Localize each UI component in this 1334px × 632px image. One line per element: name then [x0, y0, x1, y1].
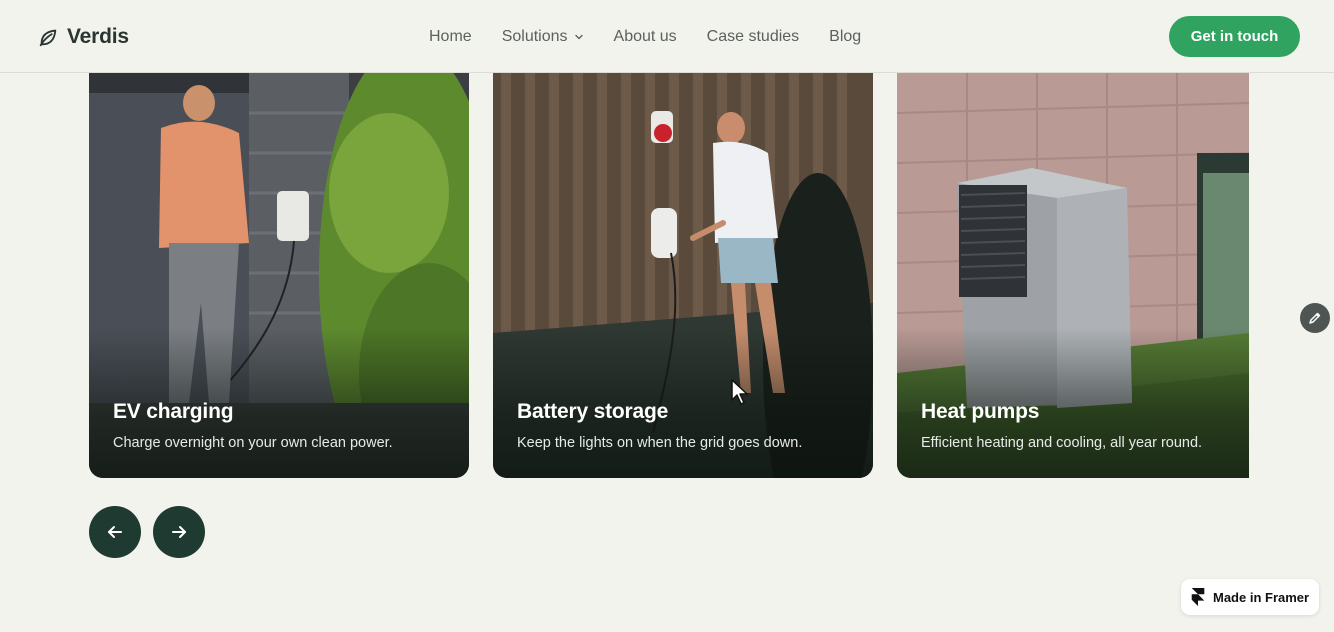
- site-header: Verdis Home Solutions About us Case stud…: [0, 0, 1334, 73]
- framer-icon: [1191, 588, 1205, 606]
- carousel-prev-button[interactable]: [89, 506, 141, 558]
- brand-logo[interactable]: Verdis: [37, 23, 129, 51]
- made-in-framer-badge[interactable]: Made in Framer: [1181, 579, 1319, 615]
- nav-about-label: About us: [613, 28, 677, 45]
- card-description: Efficient heating and cooling, all year …: [921, 435, 1203, 451]
- leaf-icon: [39, 29, 57, 47]
- nav-case-studies[interactable]: Case studies: [707, 28, 800, 46]
- chevron-down-icon: [574, 34, 583, 40]
- card-heat-pumps[interactable]: Heat pumps Efficient heating and cooling…: [897, 73, 1249, 478]
- card-description: Charge overnight on your own clean power…: [113, 435, 393, 451]
- card-title: Battery storage: [517, 400, 669, 423]
- arrow-right-icon: [172, 526, 186, 538]
- nav-solutions[interactable]: Solutions: [502, 28, 584, 46]
- nav-home-label: Home: [429, 28, 472, 45]
- made-in-framer-label: Made in Framer: [1213, 589, 1310, 605]
- card-battery-storage[interactable]: Battery storage Keep the lights on when …: [493, 73, 873, 478]
- main-nav: Home Solutions About us Case studies Blo…: [429, 26, 861, 48]
- arrow-left-icon: [108, 526, 122, 538]
- edit-button[interactable]: [1300, 303, 1330, 333]
- carousel-next-button[interactable]: [153, 506, 205, 558]
- get-in-touch-button[interactable]: Get in touch: [1169, 16, 1300, 57]
- nav-blog[interactable]: Blog: [829, 28, 861, 46]
- card-ev-charging[interactable]: EV charging Charge overnight on your own…: [89, 73, 469, 478]
- nav-solutions-label: Solutions: [501, 28, 568, 45]
- nav-case-studies-label: Case studies: [706, 28, 800, 45]
- solutions-carousel: EV charging Charge overnight on your own…: [89, 73, 1249, 478]
- brand-name: Verdis: [67, 25, 129, 48]
- nav-about-us[interactable]: About us: [614, 28, 677, 46]
- card-description: Keep the lights on when the grid goes do…: [517, 435, 803, 451]
- nav-home[interactable]: Home: [429, 28, 472, 46]
- card-title: Heat pumps: [921, 400, 1040, 423]
- card-title: EV charging: [113, 400, 234, 423]
- pencil-icon: [1309, 312, 1321, 324]
- nav-blog-label: Blog: [829, 28, 862, 45]
